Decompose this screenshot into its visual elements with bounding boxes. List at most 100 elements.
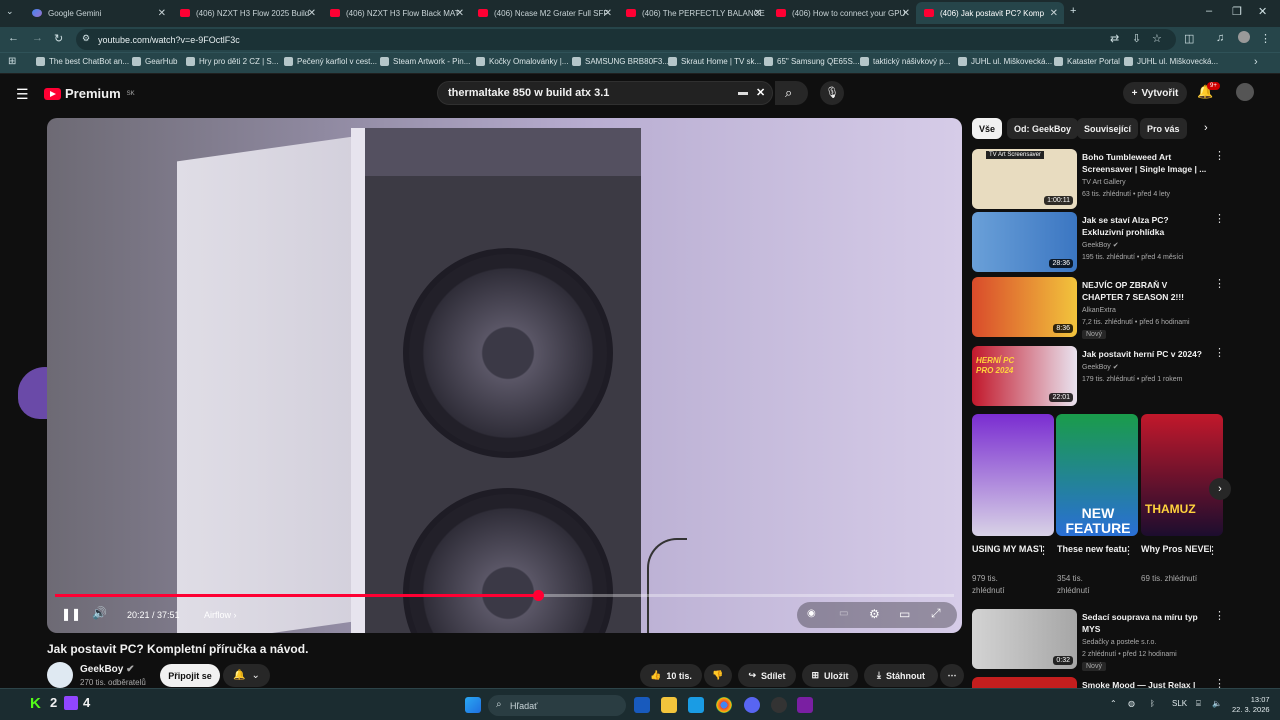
- short-thumbnail[interactable]: [972, 414, 1054, 536]
- speaker-icon[interactable]: 🔈: [1212, 699, 1222, 708]
- translate-icon[interactable]: ⇄: [1110, 32, 1119, 45]
- save-button[interactable]: ⊞ Uložit: [802, 664, 858, 687]
- tab-gemini[interactable]: Google Gemini ✕: [24, 2, 172, 24]
- tab-youtube-5[interactable]: (406) How to connect your GPU ✕: [768, 2, 916, 24]
- kick-icon[interactable]: K: [30, 695, 41, 712]
- window-close-icon[interactable]: ✕: [1258, 5, 1267, 18]
- bookmark[interactable]: Skraut Home | TV sk...: [668, 57, 761, 66]
- windows-start-icon[interactable]: [465, 697, 481, 713]
- join-button[interactable]: Připojit se: [160, 664, 220, 687]
- bookmark-star-icon[interactable]: ☆: [1152, 32, 1162, 45]
- chip-from-channel[interactable]: Od: GeekBoy: [1007, 118, 1079, 139]
- search-button[interactable]: ⌕: [775, 81, 808, 105]
- maximize-icon[interactable]: ❐: [1232, 5, 1242, 18]
- bookmark[interactable]: Hry pro děti 2 CZ | S...: [186, 57, 278, 66]
- file-explorer-icon[interactable]: [661, 697, 677, 713]
- tab-youtube-3[interactable]: (406) Ncase M2 Grater Full SFF ✕: [470, 2, 618, 24]
- taskbar-search[interactable]: ⌕ Hľadať: [488, 695, 626, 716]
- more-icon[interactable]: ⋮: [1038, 544, 1049, 557]
- autoplay-toggle-icon[interactable]: ◉: [807, 608, 816, 619]
- bookmarks-overflow-icon[interactable]: ›: [1254, 56, 1258, 68]
- video-player[interactable]: ❚❚ 🔊 20:21 / 37:51 Airflow › ◉ ▭ ⚙ ▭ ⤢: [47, 118, 962, 633]
- more-actions-button[interactable]: ⋯: [940, 664, 964, 687]
- recommendation-item[interactable]: 8:36 NEJVÍC OP ZBRAŇ V CHAPTER 7 SEASON …: [972, 277, 1272, 339]
- chip-related[interactable]: Související: [1077, 118, 1139, 139]
- recommendation-item[interactable]: 0:32 Sedací souprava na míru typ MYS Sed…: [972, 609, 1272, 671]
- close-icon[interactable]: ✕: [604, 8, 612, 19]
- bookmark[interactable]: SAMSUNG BRB80F3...: [572, 57, 669, 66]
- close-icon[interactable]: ✕: [754, 8, 762, 19]
- recommendation-item[interactable]: Smoke Mood — Just Relax | ⋮: [972, 677, 1272, 688]
- site-info-icon[interactable]: ⚙: [82, 33, 90, 44]
- more-icon[interactable]: ⋮: [1123, 544, 1134, 557]
- like-button[interactable]: 👍 10 tis.: [640, 664, 702, 687]
- short-title[interactable]: Why Pros NEVER Pic...: [1141, 544, 1211, 554]
- new-tab-icon[interactable]: +: [1070, 5, 1076, 17]
- minimize-icon[interactable]: –: [1206, 5, 1212, 17]
- recommendation-item[interactable]: HERNÍ PC PRO 2024 22:01 Jak postavit her…: [972, 346, 1272, 406]
- keyboard-icon[interactable]: ▬: [738, 87, 748, 98]
- settings-gear-icon[interactable]: ⚙: [869, 607, 880, 621]
- tray-overflow-icon[interactable]: ⌃: [1110, 699, 1117, 708]
- volume-icon[interactable]: 🔊: [92, 606, 107, 620]
- app-icon[interactable]: [771, 697, 787, 713]
- tray-app-icon[interactable]: ◍: [1128, 699, 1135, 708]
- chips-next-icon[interactable]: ›: [1204, 122, 1208, 134]
- twitch-icon[interactable]: [64, 696, 78, 710]
- bookmark[interactable]: 65" Samsung QE65S...: [764, 57, 859, 66]
- chrome-icon[interactable]: [716, 697, 732, 713]
- account-avatar[interactable]: [1236, 83, 1254, 101]
- reload-icon[interactable]: ↻: [54, 32, 63, 45]
- short-thumbnail[interactable]: NEW FEATURE: [1056, 414, 1138, 536]
- bookmark[interactable]: Steam Artwork - Pin...: [380, 57, 470, 66]
- install-icon[interactable]: ⇩: [1132, 32, 1141, 45]
- more-icon[interactable]: ⋮: [1214, 609, 1225, 622]
- more-icon[interactable]: ⋮: [1214, 277, 1225, 290]
- voice-search-button[interactable]: 🎙: [820, 81, 844, 105]
- forward-icon[interactable]: →: [32, 32, 43, 44]
- clear-search-icon[interactable]: ✕: [756, 86, 765, 99]
- media-icon[interactable]: ♫: [1216, 32, 1224, 44]
- bookmark[interactable]: Pečený karfiol v cest...: [284, 57, 377, 66]
- more-icon[interactable]: ⋮: [1207, 544, 1218, 557]
- dislike-button[interactable]: 👎: [704, 664, 732, 687]
- bluetooth-icon[interactable]: ᛒ: [1150, 699, 1155, 708]
- chip-all[interactable]: Vše: [972, 118, 1003, 139]
- tab-youtube-2[interactable]: (406) NZXT H3 Flow Black MAT ✕: [322, 2, 470, 24]
- menu-icon[interactable]: ⋮: [1260, 32, 1271, 45]
- word-icon[interactable]: [634, 697, 650, 713]
- progress-scrubber[interactable]: [532, 590, 544, 601]
- youtube-logo[interactable]: Premium SK: [44, 86, 135, 101]
- search-input[interactable]: thermaltake 850 w build atx 3.1 ▬ ✕: [437, 81, 773, 105]
- chip-for-you[interactable]: Pro vás: [1140, 118, 1187, 139]
- bookmark[interactable]: Kataster Portal: [1054, 57, 1120, 66]
- close-icon[interactable]: ✕: [308, 8, 316, 19]
- more-icon[interactable]: ⋮: [1214, 212, 1225, 225]
- close-icon[interactable]: ✕: [456, 8, 464, 19]
- store-icon[interactable]: [688, 697, 704, 713]
- back-icon[interactable]: ←: [8, 32, 19, 44]
- notification-settings-button[interactable]: 🔔 ⌄: [223, 664, 270, 687]
- bookmark[interactable]: GearHub: [132, 57, 177, 66]
- bookmark[interactable]: JUHL ul. Miškovecká...: [1124, 57, 1218, 66]
- channel-avatar[interactable]: [47, 662, 73, 688]
- close-icon[interactable]: ✕: [902, 8, 910, 19]
- more-icon[interactable]: ⋮: [1214, 677, 1225, 688]
- more-icon[interactable]: ⋮: [1214, 149, 1225, 162]
- language-indicator[interactable]: SLK: [1172, 699, 1187, 708]
- theater-mode-icon[interactable]: ▭: [899, 607, 910, 621]
- extensions-icon[interactable]: ◫: [1184, 32, 1194, 45]
- progress-bar[interactable]: [55, 590, 954, 601]
- short-title[interactable]: USING MY MASTER ...: [972, 544, 1042, 554]
- share-button[interactable]: ↪ Sdílet: [738, 664, 796, 687]
- discord-icon[interactable]: [744, 697, 760, 713]
- fullscreen-icon[interactable]: ⤢: [931, 606, 941, 621]
- close-icon[interactable]: ✕: [1050, 8, 1058, 19]
- pause-icon[interactable]: ❚❚: [61, 607, 81, 621]
- short-title[interactable]: These new features ar...: [1057, 544, 1127, 554]
- create-button[interactable]: + Vytvořit: [1123, 82, 1187, 104]
- tab-youtube-1[interactable]: (406) NZXT H3 Flow 2025 Build ✕: [172, 2, 322, 24]
- nzxt-icon[interactable]: [797, 697, 813, 713]
- bookmark[interactable]: JUHL ul. Miškovecká...: [958, 57, 1052, 66]
- clock[interactable]: 13:07 22. 3. 2026: [1232, 695, 1270, 715]
